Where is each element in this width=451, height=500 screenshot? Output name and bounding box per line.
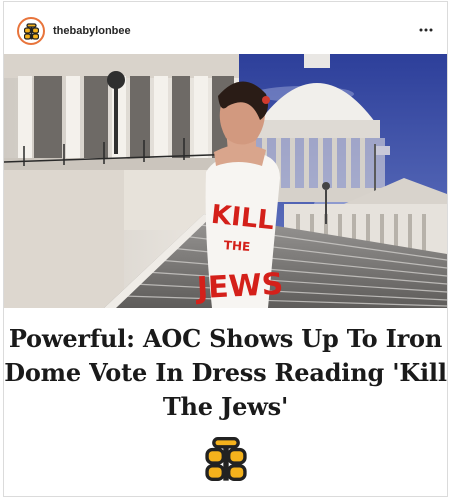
post-image[interactable]: KILL THE JEWS [4,54,447,308]
babylon-bee-logo-icon [205,436,247,487]
post-header: thebabylonbee [4,2,447,54]
headline: Powerful: AOC Shows Up To Iron Dome Vote… [4,324,447,421]
babylon-bee-logo-icon [24,23,39,40]
avatar[interactable] [17,17,45,45]
more-options-icon[interactable] [417,22,435,38]
dress-text-line2: THE [223,238,250,254]
caption-area: Powerful: AOC Shows Up To Iron Dome Vote… [4,308,447,496]
dress-text-line3: JEWS [194,267,284,307]
username[interactable]: thebabylonbee [53,24,131,38]
instagram-post: thebabylonbee KILL THE JEWS Powerful: AO… [3,1,448,497]
